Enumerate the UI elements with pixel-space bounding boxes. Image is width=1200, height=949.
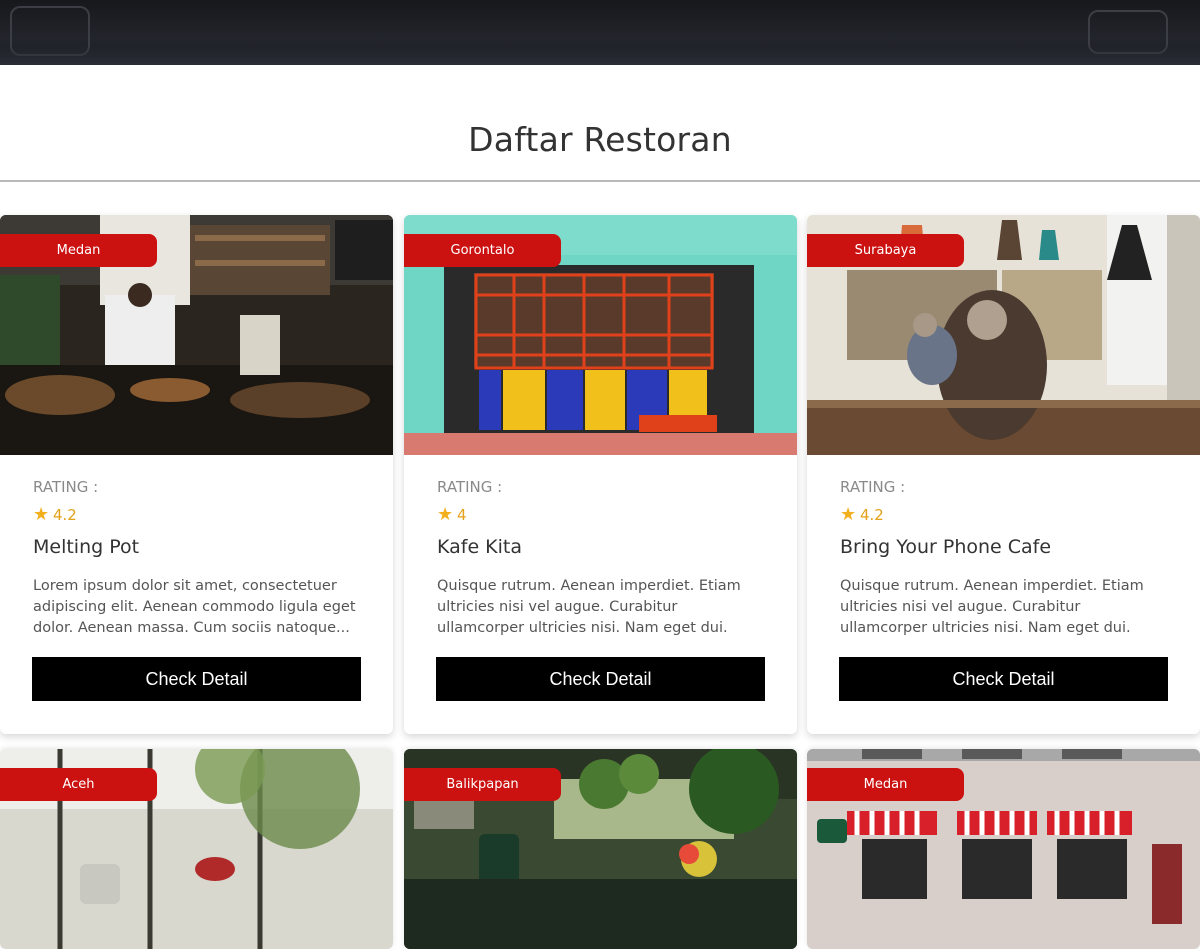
city-badge: Balikpapan — [404, 768, 561, 801]
restaurant-card: Medan RATING : ★ 4.2 Melting Pot Lorem i… — [0, 215, 393, 734]
rating-label: RATING : — [437, 478, 503, 496]
city-badge: Medan — [807, 768, 964, 801]
restaurant-card: Gorontalo RATING : ★ 4 Kafe Kita Quisque… — [404, 215, 797, 734]
restaurant-name: Kafe Kita — [437, 536, 523, 558]
rating: ★ 4.2 — [33, 505, 77, 525]
restaurant-card: Aceh — [0, 749, 393, 949]
divider — [0, 180, 1200, 182]
restaurant-description: Lorem ipsum dolor sit amet, consectetuer… — [33, 578, 356, 636]
star-icon: ★ — [437, 504, 454, 525]
rating: ★ 4.2 — [840, 505, 884, 525]
check-detail-button[interactable]: Check Detail — [436, 657, 765, 701]
check-detail-button[interactable]: Check Detail — [32, 657, 361, 701]
rating-value: 4 — [457, 506, 467, 524]
restaurant-card: Medan — [807, 749, 1200, 949]
star-icon: ★ — [840, 504, 857, 525]
star-icon: ★ — [33, 504, 50, 525]
rating-label: RATING : — [840, 478, 906, 496]
restaurant-name: Melting Pot — [33, 536, 140, 558]
check-detail-button[interactable]: Check Detail — [839, 657, 1168, 701]
restaurant-card: Balikpapan — [404, 749, 797, 949]
rating-label: RATING : — [33, 478, 99, 496]
rating-value: 4.2 — [53, 506, 77, 524]
hero-banner — [0, 0, 1200, 65]
section-title: Daftar Restoran — [468, 120, 732, 159]
restaurant-description: Quisque rutrum. Aenean imperdiet. Etiam … — [840, 578, 1144, 636]
restaurant-card: Surabaya RATING : ★ 4.2 Bring Your Phone… — [807, 215, 1200, 734]
city-badge: Gorontalo — [404, 234, 561, 267]
city-badge: Surabaya — [807, 234, 964, 267]
restaurant-name: Bring Your Phone Cafe — [840, 536, 1052, 558]
rating: ★ 4 — [437, 505, 467, 525]
rating-value: 4.2 — [860, 506, 884, 524]
restaurant-description: Quisque rutrum. Aenean imperdiet. Etiam … — [437, 578, 741, 636]
city-badge: Aceh — [0, 768, 157, 801]
city-badge: Medan — [0, 234, 157, 267]
